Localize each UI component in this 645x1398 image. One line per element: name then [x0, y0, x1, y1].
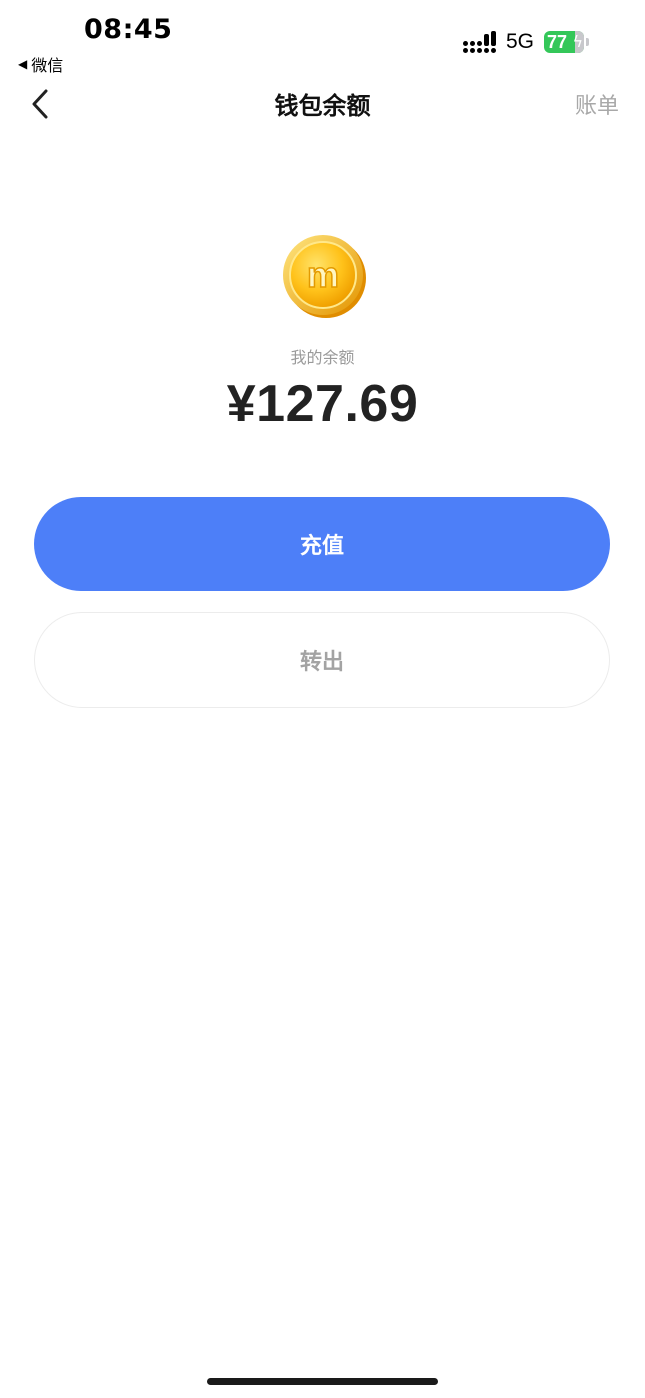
status-indicators: 5G 77 ϟ [462, 30, 589, 54]
home-indicator[interactable] [207, 1378, 438, 1385]
back-triangle-icon: ◀ [18, 57, 28, 71]
balance-amount: ¥127.69 [226, 375, 419, 433]
battery-cap [586, 38, 589, 46]
back-to-app-label: 微信 [31, 56, 64, 75]
bill-link[interactable]: 账单 [575, 88, 619, 120]
status-time: 08:45 [84, 14, 173, 45]
charging-bolt-icon: ϟ [572, 32, 583, 51]
page-title: 钱包余额 [274, 92, 371, 120]
back-to-app-link[interactable]: ◀ 微信 [18, 52, 63, 76]
gold-coin-icon: m [283, 235, 366, 318]
recharge-button[interactable]: 充值 [34, 497, 610, 591]
balance-label: 我的余额 [290, 348, 355, 367]
network-type: 5G [505, 30, 534, 53]
coin-letter: m [307, 254, 339, 295]
cellular-signal-icon [462, 31, 496, 53]
withdraw-button[interactable]: 转出 [34, 612, 610, 708]
battery-level: 77 [547, 31, 568, 52]
battery-icon: 77 ϟ [544, 31, 584, 53]
